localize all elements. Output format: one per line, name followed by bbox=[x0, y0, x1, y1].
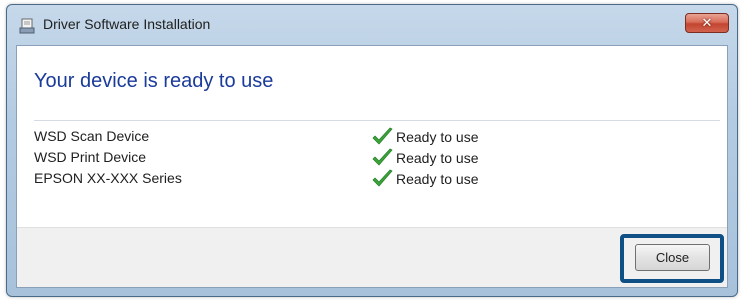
status-text: Ready to use bbox=[396, 149, 479, 166]
device-status: Ready to use bbox=[370, 126, 479, 147]
close-button[interactable]: Close bbox=[635, 244, 710, 271]
window-close-button[interactable]: ✕ bbox=[685, 13, 729, 33]
device-name: WSD Scan Device bbox=[34, 128, 150, 144]
device-name: EPSON XX-XXX Series bbox=[34, 170, 182, 186]
list-item: WSD Scan Device Ready to use bbox=[34, 126, 594, 147]
divider bbox=[34, 120, 720, 121]
dialog-content: Your device is ready to use WSD Scan Dev… bbox=[16, 45, 728, 288]
green-check-icon bbox=[370, 127, 394, 147]
close-icon: ✕ bbox=[701, 15, 713, 31]
green-check-icon bbox=[370, 169, 394, 189]
green-check-icon bbox=[370, 148, 394, 168]
status-text: Ready to use bbox=[396, 128, 479, 145]
dialog-footer: Close bbox=[17, 227, 727, 287]
page-title: Your device is ready to use bbox=[34, 70, 274, 92]
window-title: Driver Software Installation bbox=[43, 16, 211, 32]
status-text: Ready to use bbox=[396, 170, 479, 187]
dialog-window: Driver Software Installation ✕ Your devi… bbox=[6, 4, 738, 297]
list-item: WSD Print Device Ready to use bbox=[34, 147, 594, 168]
title-bar[interactable]: Driver Software Installation ✕ bbox=[7, 5, 737, 45]
driver-install-icon bbox=[19, 18, 35, 34]
list-item: EPSON XX-XXX Series Ready to use bbox=[34, 168, 594, 189]
device-name: WSD Print Device bbox=[34, 149, 147, 165]
device-list: WSD Scan Device Ready to use WSD Print D… bbox=[34, 126, 594, 189]
device-status: Ready to use bbox=[370, 147, 479, 168]
device-status: Ready to use bbox=[370, 168, 479, 189]
